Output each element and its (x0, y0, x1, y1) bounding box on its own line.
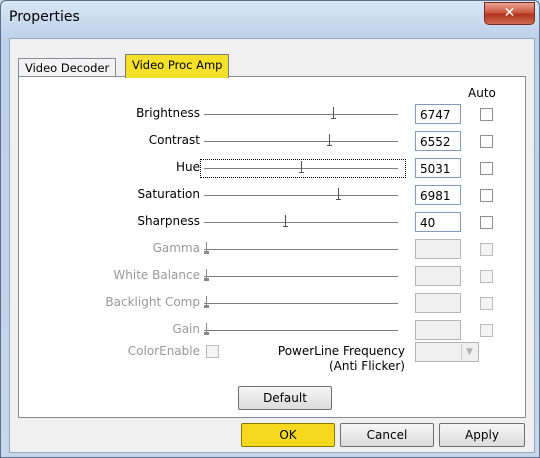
value-field[interactable]: 6552 (415, 131, 461, 151)
auto-checkbox[interactable] (480, 216, 493, 229)
value-field (415, 293, 461, 313)
value-field (415, 320, 461, 340)
property-row-hue: Hue 5031 (10, 158, 534, 178)
property-row-backlight-comp: Backlight Comp (10, 293, 534, 313)
property-label: Brightness (136, 106, 200, 120)
auto-checkbox[interactable] (480, 189, 493, 202)
powerline-label-line2: (Anti Flicker) (328, 359, 405, 373)
property-label: Hue (175, 160, 200, 174)
tab-video-decoder[interactable]: Video Decoder (18, 58, 117, 77)
value-field[interactable]: 5031 (415, 158, 461, 178)
slider-thumb (204, 269, 209, 281)
slider-track[interactable] (204, 222, 398, 224)
slider-thumb[interactable] (299, 161, 304, 173)
property-row-gain: Gain (10, 320, 534, 340)
property-row-sharpness: Sharpness 40 (10, 212, 534, 232)
auto-checkbox (480, 270, 493, 283)
powerline-frequency-dropdown[interactable]: ▼ (415, 342, 479, 362)
property-label: Backlight Comp (105, 295, 200, 309)
value-field (415, 266, 461, 286)
slider-track[interactable] (204, 141, 398, 143)
property-row-brightness: Brightness 6747 (10, 104, 534, 124)
slider-track[interactable] (204, 249, 398, 251)
value-field[interactable]: 40 (415, 212, 461, 232)
value-field[interactable]: 6747 (415, 104, 461, 124)
auto-checkbox (480, 324, 493, 337)
powerline-label-line1: PowerLine Frequency (277, 344, 405, 358)
ok-button[interactable]: OK (241, 423, 335, 447)
auto-checkbox[interactable] (480, 135, 493, 148)
slider-thumb (204, 323, 209, 335)
property-label: Gain (172, 322, 200, 336)
value-field[interactable]: 6981 (415, 185, 461, 205)
auto-checkbox (480, 243, 493, 256)
dialog-client-area: Video Decoder Video Proc Amp Auto Bright… (9, 38, 535, 453)
default-button[interactable]: Default (238, 386, 332, 410)
window-title: Properties (9, 9, 80, 25)
slider-track[interactable] (204, 303, 398, 305)
slider-track[interactable] (204, 330, 398, 332)
slider-thumb[interactable] (336, 188, 341, 200)
auto-checkbox[interactable] (480, 162, 493, 175)
slider-thumb[interactable] (327, 134, 332, 146)
auto-header: Auto (468, 86, 496, 100)
auto-checkbox (480, 297, 493, 310)
property-label: Sharpness (137, 214, 200, 228)
slider-track[interactable] (204, 114, 398, 116)
property-label: Saturation (137, 187, 200, 201)
auto-checkbox[interactable] (480, 108, 493, 121)
slider-thumb[interactable] (331, 107, 336, 119)
slider-thumb[interactable] (283, 215, 288, 227)
property-row-contrast: Contrast 6552 (10, 131, 534, 151)
color-enable-checkbox[interactable] (206, 345, 219, 358)
close-button[interactable]: ✕ (484, 2, 535, 25)
property-row-gamma: Gamma (10, 239, 534, 259)
powerline-frequency-label: PowerLine Frequency (Anti Flicker) (255, 344, 405, 374)
slider-track[interactable] (204, 195, 398, 197)
apply-button[interactable]: Apply (439, 423, 525, 447)
value-field (415, 239, 461, 259)
cancel-button[interactable]: Cancel (340, 423, 434, 447)
property-label: Gamma (152, 241, 200, 255)
property-label: White Balance (113, 268, 200, 282)
slider-thumb (204, 296, 209, 308)
slider-thumb (204, 242, 209, 254)
color-enable-label: ColorEnable (127, 344, 200, 358)
property-row-saturation: Saturation 6981 (10, 185, 534, 205)
property-row-white-balance: White Balance (10, 266, 534, 286)
tab-video-proc-amp[interactable]: Video Proc Amp (125, 54, 230, 78)
property-label: Contrast (148, 133, 200, 147)
chevron-down-icon[interactable]: ▼ (461, 344, 477, 360)
window-frame: Properties ✕ Video Decoder Video Proc Am… (0, 0, 540, 458)
slider-track[interactable] (204, 276, 398, 278)
